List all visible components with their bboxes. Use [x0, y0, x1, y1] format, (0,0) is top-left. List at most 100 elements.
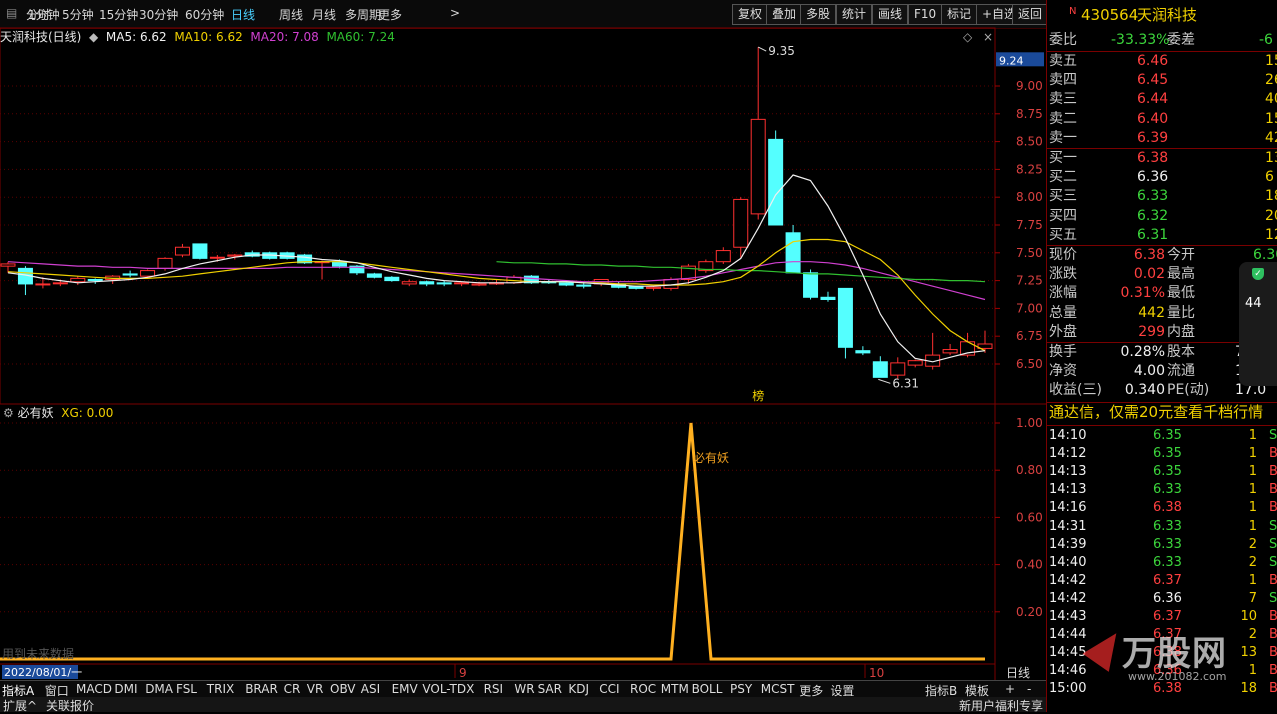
floating-widget[interactable]: ✓ 44	[1239, 262, 1277, 386]
indicator-tab-19[interactable]: ROC	[630, 682, 656, 696]
candle-body	[52, 282, 68, 285]
indicator-tick-label: 1.00	[1016, 416, 1043, 430]
stat-label: 今开	[1167, 247, 1195, 263]
bid-volume: 6	[1265, 169, 1274, 186]
indicator-tab-15[interactable]: WR	[514, 682, 534, 696]
tick-side: B	[1269, 645, 1277, 661]
indicator-tab-3[interactable]: DMI	[114, 682, 137, 696]
tick-volume: 7	[1248, 590, 1257, 606]
dropdown-icon[interactable]: ◆	[85, 30, 102, 44]
tick-price: 6.35	[1153, 446, 1182, 462]
indicator-tab-13[interactable]: VOL-TDX	[422, 682, 474, 696]
stat-value: 0.31%	[1120, 285, 1165, 302]
quote-panel: N 430564 天润科技 委比 -33.33%委差 -6 卖五 6.46 15 卖四 6.4…	[1046, 0, 1277, 712]
indicator-tab-4[interactable]: DMA	[145, 682, 173, 696]
indicator-tab-23[interactable]: MCST	[761, 682, 795, 696]
indicator-tab-11[interactable]: ASI	[361, 682, 380, 696]
price-tick-label: 7.00	[1016, 301, 1043, 315]
diamond-icon[interactable]: ◇	[963, 30, 972, 44]
close-icon[interactable]: ×	[983, 30, 993, 44]
bid-label: 买二	[1049, 169, 1077, 186]
candle-body	[454, 282, 470, 285]
stat-value: 4.00	[1133, 363, 1165, 380]
tick-time: 14:10	[1049, 428, 1087, 443]
tick-row: 15:00 6.38 18 B	[1049, 679, 1277, 698]
candle-body	[209, 256, 225, 259]
candle-body	[192, 243, 208, 259]
candle-body	[872, 361, 888, 378]
tick-volume: 1	[1248, 663, 1257, 679]
indicator-tab-18[interactable]: CCI	[599, 682, 619, 696]
ask-label: 卖五	[1049, 53, 1077, 69]
candle-body	[436, 282, 452, 285]
tick-row: 14:13 6.33 1 B	[1049, 480, 1277, 499]
tick-price: 6.36	[1153, 663, 1182, 679]
tick-row: 14:31 6.33 1 S	[1049, 517, 1277, 536]
tick-time: 14:39	[1049, 536, 1087, 552]
tick-volume: 2	[1248, 536, 1257, 552]
indicator-tick-label: 0.20	[1016, 605, 1043, 619]
kline-chart[interactable]: 9.00 8.75 8.50 8.25 8.00 7.75 7.50 7.25 7.00 6.75…	[0, 0, 1046, 680]
indicator-tab-2[interactable]: MACD	[76, 682, 112, 696]
bid-volume: 12	[1265, 226, 1277, 243]
promo-row: 通达信，仅需20元查看千档行情	[1049, 403, 1277, 425]
tick-volume: 1	[1248, 446, 1257, 462]
tick-row: 14:42 6.37 1 B	[1049, 571, 1277, 590]
indicator-tab-8[interactable]: CR	[284, 682, 301, 696]
price-tick-label: 7.50	[1016, 246, 1043, 260]
indicator-tab-20[interactable]: MTM	[661, 682, 689, 696]
floating-widget-value: 44	[1245, 296, 1262, 311]
candle-body	[646, 286, 662, 289]
tick-price: 6.38	[1153, 500, 1182, 516]
tick-time: 14:13	[1049, 464, 1087, 480]
ask-volume: 15	[1265, 110, 1277, 127]
stat-label: 总量	[1049, 304, 1077, 321]
low-price-label: 6.31	[892, 376, 919, 390]
stat-label: 最低	[1167, 285, 1195, 302]
ask-volume: 15	[1265, 53, 1277, 69]
bid-label: 买一	[1049, 150, 1077, 166]
tick-side: B	[1269, 464, 1277, 480]
price-tick-label: 8.25	[1016, 162, 1043, 176]
candle-body	[907, 360, 923, 366]
settings-icon[interactable]: ⚙	[3, 406, 14, 420]
tick-price: 6.37	[1153, 572, 1182, 588]
stat-label: PE(动)	[1167, 382, 1210, 399]
tick-time: 14:43	[1049, 609, 1087, 624]
indicator-tab-22[interactable]: PSY	[730, 682, 752, 696]
tick-side: B	[1269, 482, 1277, 498]
indicator-tab-7[interactable]: BRAR	[245, 682, 278, 696]
ma60-line	[496, 261, 986, 283]
indicator-tab-14[interactable]: RSI	[484, 682, 504, 696]
weibi-value: -33.33%	[1111, 32, 1170, 48]
bid-price: 6.33	[1137, 188, 1169, 205]
tick-row: 14:43 6.37 10 B	[1049, 607, 1277, 626]
indicator-b-tab-2[interactable]: +	[1005, 682, 1015, 696]
related-quote-button[interactable]: 关联报价	[46, 697, 94, 714]
tick-row: 14:44 6.37 2 B	[1049, 625, 1277, 644]
tick-row: 14:40 6.33 2 S	[1049, 553, 1277, 572]
indicator-tab-17[interactable]: KDJ	[568, 682, 589, 696]
tick-volume: 18	[1240, 681, 1257, 697]
bid-price: 6.36	[1137, 169, 1169, 186]
indicator-tab-16[interactable]: SAR	[538, 682, 562, 696]
bid-volume: 20	[1265, 207, 1277, 224]
tick-price: 6.33	[1153, 536, 1182, 552]
date-cursor-label: 2022/08/01/一	[4, 666, 82, 679]
candle-body	[558, 282, 574, 286]
indicator-tab-10[interactable]: OBV	[330, 682, 356, 696]
candle-body	[157, 257, 173, 269]
indicator-b-tab-3[interactable]: -	[1027, 682, 1031, 696]
new-user-promo[interactable]: 新用户福利专享	[959, 697, 1043, 714]
tick-time: 14:40	[1049, 554, 1087, 570]
indicator-tab-9[interactable]: VR	[307, 682, 324, 696]
indicator-tab-21[interactable]: BOLL	[692, 682, 723, 696]
bid-price: 6.38	[1137, 150, 1169, 166]
indicator-tab-12[interactable]: EMV	[392, 682, 418, 696]
indicator-tab-5[interactable]: FSL	[176, 682, 197, 696]
stat-value: 0.02	[1133, 266, 1165, 283]
expand-button[interactable]: 扩展^	[3, 697, 37, 714]
candle-body	[576, 284, 592, 287]
indicator-tab-6[interactable]: TRIX	[207, 682, 234, 696]
ask-price: 6.39	[1137, 129, 1169, 146]
